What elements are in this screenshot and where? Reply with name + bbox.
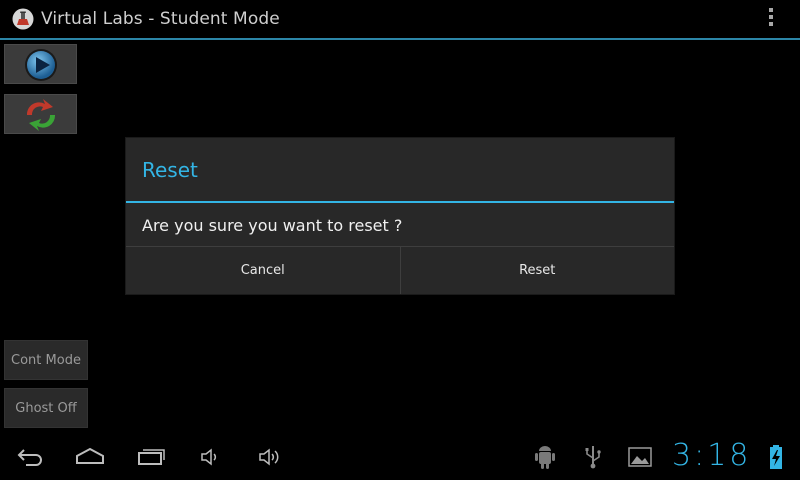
- dialog-title-divider: [126, 201, 674, 203]
- recent-apps-icon[interactable]: [136, 446, 166, 466]
- back-icon[interactable]: [16, 447, 44, 467]
- refresh-icon: [26, 99, 56, 131]
- cancel-button[interactable]: Cancel: [126, 247, 400, 294]
- ghost-toggle-button[interactable]: Ghost Off: [4, 388, 88, 428]
- screen: Virtual Labs - Student Mode Cont Mode Gh…: [0, 0, 800, 480]
- home-icon[interactable]: [74, 446, 106, 466]
- dialog-message: Are you sure you want to reset ?: [142, 216, 403, 235]
- cont-mode-button[interactable]: Cont Mode: [4, 340, 88, 380]
- play-button[interactable]: [4, 44, 77, 84]
- status-clock: 3:18: [672, 438, 752, 473]
- battery-charging-icon: [770, 445, 782, 469]
- play-icon: [25, 49, 57, 81]
- overflow-menu-icon[interactable]: [764, 8, 778, 32]
- action-bar: Virtual Labs - Student Mode: [0, 0, 800, 40]
- usb-icon: [585, 446, 601, 469]
- volume-down-icon[interactable]: [200, 447, 222, 467]
- reset-dialog: Reset Are you sure you want to reset ? C…: [126, 138, 674, 294]
- confirm-reset-button[interactable]: Reset: [399, 247, 675, 294]
- dialog-button-bar: Cancel Reset: [126, 246, 674, 294]
- image-notification-icon: [628, 447, 652, 467]
- app-title: Virtual Labs - Student Mode: [41, 9, 280, 29]
- flask-icon[interactable]: [12, 8, 34, 30]
- dialog-title: Reset: [142, 158, 198, 182]
- refresh-button[interactable]: [4, 94, 77, 134]
- volume-up-icon[interactable]: [258, 447, 284, 467]
- android-debug-icon: [535, 446, 555, 469]
